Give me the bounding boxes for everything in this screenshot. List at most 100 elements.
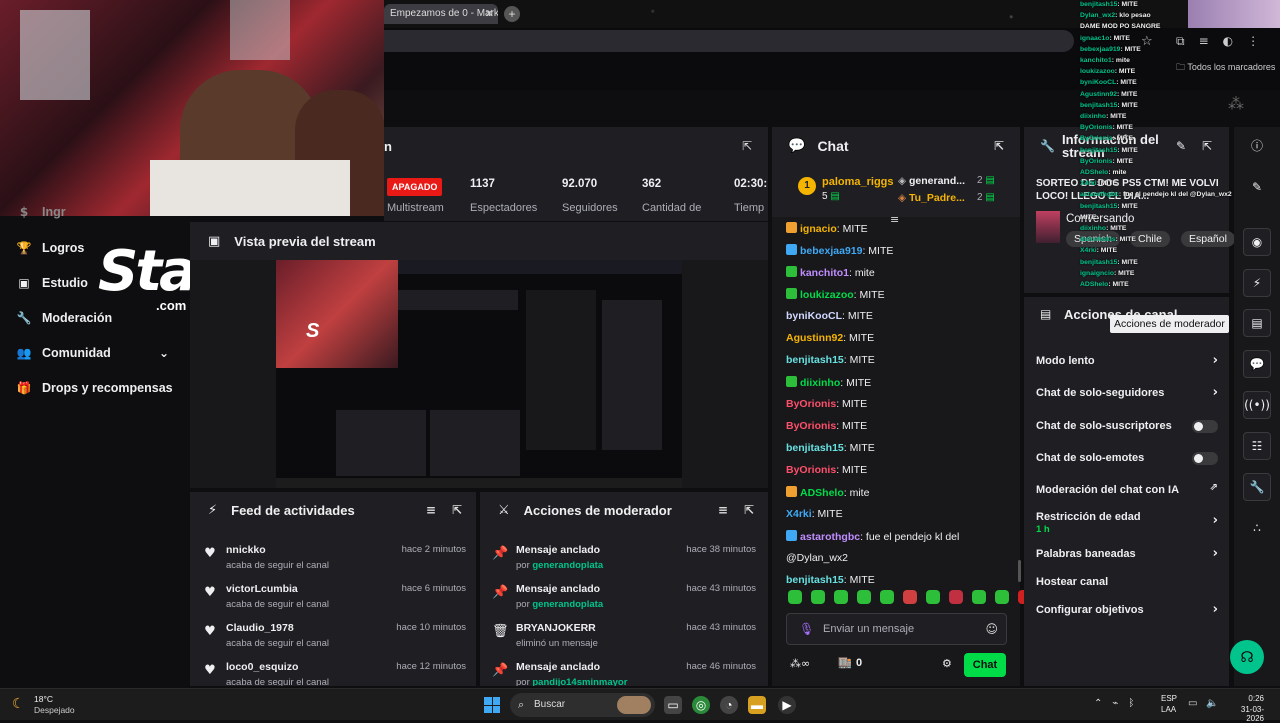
chat-message[interactable]: benjitash15: MITE: [786, 442, 875, 454]
chat-message[interactable]: benjitash15: MITE: [786, 574, 875, 586]
gear-icon[interactable]: ⚙: [942, 657, 952, 670]
popout-icon[interactable]: ⇱: [994, 139, 1004, 153]
chevron-up-icon[interactable]: ⌃: [1094, 698, 1102, 709]
list-item[interactable]: ♥ loco0_esquizo acaba de seguir el canal ha…: [202, 659, 466, 686]
chat-username[interactable]: byniKooCL: [786, 310, 842, 322]
extensions-icon[interactable]: ⧉: [1176, 34, 1185, 49]
broadcast-icon[interactable]: ((•)): [1243, 391, 1271, 419]
tag-pill[interactable]: Español: [1181, 231, 1235, 247]
chat-message[interactable]: bebexjaa919: MITE: [786, 244, 893, 257]
chat-username[interactable]: loukizazoo: [800, 289, 854, 301]
pencil-icon[interactable]: ✎: [1243, 173, 1271, 201]
weather-desc[interactable]: Despejado: [34, 705, 75, 715]
chat-bubble-icon[interactable]: 💬: [1243, 350, 1271, 378]
feed-user[interactable]: victorLcumbia: [226, 583, 298, 595]
new-tab-button[interactable]: +: [504, 6, 520, 22]
mod-action-user[interactable]: pandijo14sminmayor: [532, 677, 627, 686]
clock-time[interactable]: 0:26: [1224, 694, 1264, 703]
chat-username[interactable]: benjitash15: [786, 354, 844, 366]
leaderboard-top-user[interactable]: paloma_riggs: [822, 176, 894, 188]
moon-icon[interactable]: ☾: [12, 696, 25, 712]
emote-icon[interactable]: [949, 590, 963, 604]
list-item[interactable]: ♥ nnickko acaba de seguir el canal hace 2 m…: [202, 542, 466, 578]
network-icon[interactable]: ⌁: [1112, 698, 1118, 709]
bookmark-star-icon[interactable]: ☆: [1141, 34, 1153, 49]
list-item[interactable]: 🗑 BRYANJOKERR eliminó un mensaje hace 43 mi…: [492, 620, 756, 656]
emote-only-toggle[interactable]: [1192, 452, 1218, 465]
leaderboard-collapse-icon[interactable]: ≡: [890, 213, 899, 226]
dots-icon[interactable]: ∴: [1243, 514, 1271, 542]
folder-icon[interactable]: ▬: [748, 696, 766, 714]
popout-icon[interactable]: ⇱: [1202, 139, 1212, 153]
followers-only-setting[interactable]: Chat de solo-seguidores ›: [1036, 385, 1218, 400]
list-item[interactable]: ♥ Claudio_1978 acaba de seguir el canal hac…: [202, 620, 466, 656]
emote-icon[interactable]: [995, 590, 1009, 604]
menu-icon[interactable]: ⋮: [1247, 34, 1259, 49]
emoji-icon[interactable]: ☺: [985, 622, 998, 636]
emote-icon[interactable]: [811, 590, 825, 604]
profile-icon[interactable]: ◐: [1223, 34, 1233, 49]
chat-message[interactable]: loukizazoo: MITE: [786, 288, 885, 301]
chat-message[interactable]: benjitash15: MITE: [786, 354, 875, 366]
mod-action-user[interactable]: generandoplata: [532, 560, 603, 571]
playlist-icon[interactable]: ≡: [1199, 34, 1209, 49]
configure-goals-setting[interactable]: Configurar objetivos ›: [1036, 602, 1218, 617]
leaderboard-entry[interactable]: ◈ Tu_Padre...: [898, 192, 965, 204]
emote-icon[interactable]: [903, 590, 917, 604]
chat-message[interactable]: astarothgbc: fue el pendejo kl del: [786, 530, 959, 543]
chat-username[interactable]: benjitash15: [786, 574, 844, 586]
layout-icon[interactable]: ☷: [1243, 432, 1271, 460]
lightning-icon[interactable]: ⚡: [1243, 269, 1271, 297]
leaderboard-entry[interactable]: ◈ generand...: [898, 175, 965, 187]
keyboard-layout[interactable]: LAA: [1161, 705, 1176, 714]
age-restriction-setting[interactable]: Restricción de edad 1 h ›: [1036, 511, 1218, 535]
browser-tab[interactable]: Empezamos de 0 - Markus ✕: [384, 4, 498, 24]
close-icon[interactable]: ✕: [485, 7, 494, 20]
banned-words-setting[interactable]: Palabras baneadas ›: [1036, 546, 1218, 561]
edit-icon[interactable]: ✎: [1176, 139, 1186, 153]
sidebar-item-drops[interactable]: 🎁 Drops y recompensas: [16, 381, 173, 395]
emote-icon[interactable]: [926, 590, 940, 604]
chat-message[interactable]: ByOrionis: MITE: [786, 398, 867, 410]
popout-icon[interactable]: ⇱: [742, 139, 752, 153]
chat-username[interactable]: kanchito1: [800, 267, 849, 279]
display-icon[interactable]: ▭: [1188, 698, 1197, 709]
channel-points-icon[interactable]: ⁂∞: [790, 657, 810, 670]
chat-message[interactable]: Agustinn92: MITE: [786, 332, 874, 344]
feed-user[interactable]: nnickko: [226, 544, 266, 556]
chat-username[interactable]: ignacio: [800, 223, 837, 235]
subscribers-only-toggle[interactable]: [1192, 420, 1218, 433]
send-chat-button[interactable]: Chat: [964, 653, 1006, 677]
list-item[interactable]: ♥ victorLcumbia acaba de seguir el canal ha…: [202, 581, 466, 617]
feed-user[interactable]: loco0_esquizo: [226, 661, 298, 673]
camera-icon[interactable]: ◉: [1243, 228, 1271, 256]
emote-icon[interactable]: [880, 590, 894, 604]
windows-start-icon[interactable]: [484, 697, 500, 713]
chat-username[interactable]: astarothgbc: [800, 531, 860, 543]
sidebar-item-truncated[interactable]: $ Ingr: [16, 205, 66, 219]
chat-username[interactable]: X4rki: [786, 508, 812, 520]
chat-message[interactable]: X4rki: MITE: [786, 508, 843, 520]
chat-message[interactable]: ByOrionis: MITE: [786, 464, 867, 476]
emote-icon[interactable]: [788, 590, 802, 604]
category-thumbnail[interactable]: [1036, 211, 1060, 243]
chat-message[interactable]: kanchito1: mite: [786, 266, 875, 279]
sidebar-item-comunidad[interactable]: 👥 Comunidad ⌄: [16, 346, 172, 360]
category-name[interactable]: Conversando: [1066, 213, 1134, 225]
language-indicator[interactable]: ESP: [1161, 694, 1177, 703]
chat-message[interactable]: @Dylan_wx2: [786, 552, 848, 564]
host-channel-setting[interactable]: Hostear canal: [1036, 576, 1218, 588]
emote-icon[interactable]: [972, 590, 986, 604]
address-bar[interactable]: [384, 30, 1074, 52]
weather-temp[interactable]: 18°C: [34, 694, 53, 704]
list-item[interactable]: 📌 Mensaje anclado por generandoplata hace 3…: [492, 542, 756, 578]
slow-mode-setting[interactable]: Modo lento ›: [1036, 353, 1218, 368]
stream-preview-video[interactable]: S: [276, 260, 682, 488]
chat-username[interactable]: ByOrionis: [786, 420, 836, 432]
filter-icon[interactable]: ≡: [426, 503, 436, 517]
chat-message[interactable]: diixinho: MITE: [786, 376, 871, 389]
chat-username[interactable]: ByOrionis: [786, 398, 836, 410]
info-icon[interactable]: ⓘ: [1243, 132, 1271, 160]
clock-date[interactable]: 31-03-2026: [1224, 705, 1264, 723]
mod-actions-icon[interactable]: ▤: [1243, 309, 1271, 337]
